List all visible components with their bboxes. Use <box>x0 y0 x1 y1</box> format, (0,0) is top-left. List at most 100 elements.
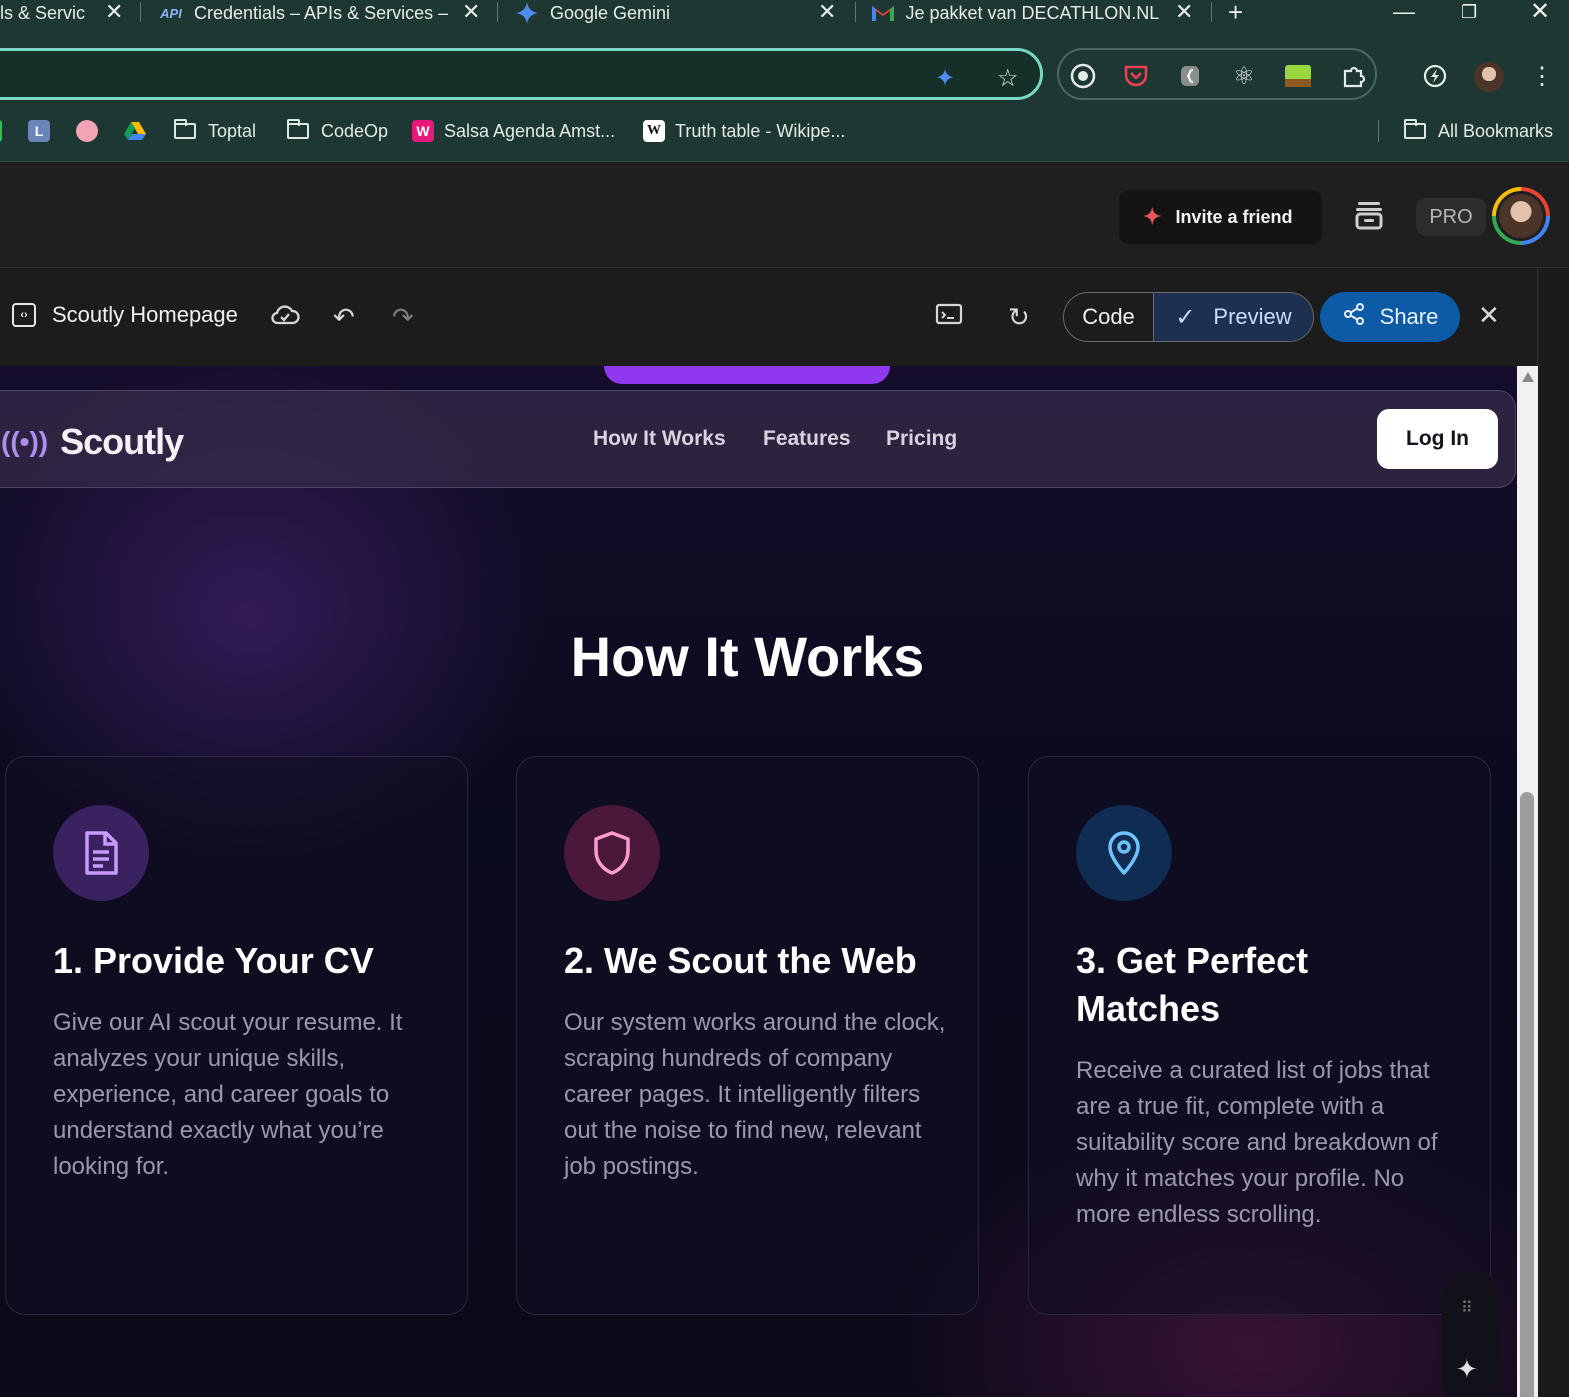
bookmark-label: Salsa Agenda Amst... <box>444 120 616 141</box>
profile-avatar[interactable] <box>1474 62 1504 92</box>
bookmark-item[interactable] <box>124 118 146 144</box>
bookmark-label: Toptal <box>208 120 257 141</box>
shield-icon <box>564 805 660 901</box>
tab-title: ls & Servic <box>0 2 86 23</box>
brain-bookmark-icon <box>76 120 98 142</box>
share-button[interactable]: Share <box>1320 292 1460 342</box>
extensions-group <box>1057 48 1377 100</box>
location-pin-icon <box>1076 805 1172 901</box>
document-icon <box>53 805 149 901</box>
address-bar[interactable]: ✦ ☆ <box>0 48 1043 100</box>
preview-label: Preview <box>1213 304 1292 329</box>
cloud-save-icon[interactable] <box>270 302 300 335</box>
bookmark-truth-table[interactable]: W Truth table - Wikipe... <box>643 118 845 144</box>
floating-assistant-widget[interactable]: ⠿ ✦ <box>1442 1270 1500 1397</box>
preview-tab[interactable]: ✓ Preview <box>1153 293 1313 341</box>
step-card: 1. Provide Your CV Give our AI scout you… <box>5 756 468 1315</box>
browser-tab[interactable]: API Credentials – APIs & Services – <box>158 0 448 26</box>
undo-icon[interactable]: ↶ <box>333 302 355 333</box>
code-tab[interactable]: Code <box>1064 293 1153 341</box>
bookmark-separator <box>1378 120 1379 142</box>
bookmarks-bar: L Toptal CodeOp W Salsa Agenda Amst... W… <box>0 112 1569 162</box>
browser-menu-icon[interactable]: ⋮ <box>1528 62 1556 90</box>
password-manager-icon[interactable] <box>1069 62 1097 90</box>
archive-icon[interactable] <box>1352 198 1388 234</box>
close-canvas-icon[interactable]: ✕ <box>1478 300 1500 331</box>
app-header: ✦ Invite a friend PRO <box>0 162 1569 268</box>
canvas-title-text: Scoutly Homepage <box>52 302 238 327</box>
step-card: 3. Get Perfect Matches Receive a curated… <box>1028 756 1491 1315</box>
broadcast-icon: ((•)) <box>1 426 49 457</box>
google-drive-icon <box>124 120 146 142</box>
preview-scrollbar[interactable] <box>1517 366 1538 1397</box>
tab-close-icon[interactable]: ✕ <box>818 0 836 24</box>
nav-link-how-it-works[interactable]: How It Works <box>593 427 726 451</box>
scoutly-logo[interactable]: ((•)) Scoutly <box>1 421 184 463</box>
card-title: 2. We Scout the Web <box>564 940 917 981</box>
card-title: 1. Provide Your CV <box>53 940 374 981</box>
login-button[interactable]: Log In <box>1377 409 1498 469</box>
tab-separator <box>1211 2 1212 22</box>
drag-handle-icon[interactable]: ⠿ <box>1461 1298 1474 1318</box>
tab-separator <box>497 2 498 22</box>
pocket-icon[interactable] <box>1122 62 1150 90</box>
ai-sparkle-icon[interactable]: ✦ <box>1456 1354 1478 1385</box>
canvas-toolbar: ‹› Scoutly Homepage ↶ ↷ ↻ Code ✓ Preview… <box>0 268 1538 366</box>
react-devtools-icon[interactable]: ⚛ <box>1230 62 1258 90</box>
restore-icon[interactable]: ❐ <box>1461 0 1477 24</box>
bookmark-salsa-agenda[interactable]: W Salsa Agenda Amst... <box>412 118 615 144</box>
card-description: Receive a curated list of jobs that are … <box>1076 1057 1438 1228</box>
tab-close-icon[interactable]: ✕ <box>462 0 480 24</box>
browser-tab[interactable]: ls & Servic <box>0 0 100 26</box>
bookmark-item[interactable] <box>0 118 2 144</box>
top-accent-bar <box>604 366 890 384</box>
code-label: Code <box>1082 304 1135 329</box>
bookmark-folder-codeop[interactable]: CodeOp <box>287 118 388 144</box>
tab-title: Je pakket van DECATHLON.NL i <box>905 2 1162 23</box>
redo-icon[interactable]: ↷ <box>392 302 414 333</box>
right-gutter <box>1538 268 1569 1397</box>
user-avatar[interactable] <box>1492 187 1550 245</box>
console-icon[interactable] <box>935 302 963 333</box>
all-bookmarks-button[interactable]: All Bookmarks <box>1404 118 1553 144</box>
window-close-icon[interactable]: ✕ <box>1530 0 1550 24</box>
card-description: Our system works around the clock, scrap… <box>564 1009 946 1180</box>
new-tab-button[interactable]: + <box>1228 0 1243 25</box>
invite-label: Invite a friend <box>1175 206 1293 227</box>
gemini-sparkle-icon[interactable]: ✦ <box>935 64 955 93</box>
tab-close-icon[interactable]: ✕ <box>105 0 123 24</box>
clock-bookmark-icon: L <box>28 120 50 142</box>
grass-extension-icon[interactable] <box>1284 62 1312 90</box>
performance-icon[interactable] <box>1421 62 1449 90</box>
bookmark-label: CodeOp <box>321 120 389 141</box>
section-title: How It Works <box>570 625 925 688</box>
refresh-icon[interactable]: ↻ <box>1008 302 1030 333</box>
api-icon: API <box>160 5 182 21</box>
nav-link-pricing[interactable]: Pricing <box>886 427 957 451</box>
code-file-icon: ‹› <box>12 303 36 327</box>
scroll-up-arrow-icon[interactable] <box>1522 372 1534 382</box>
all-bookmarks-label: All Bookmarks <box>1438 120 1554 141</box>
bookmark-star-icon[interactable]: ☆ <box>997 64 1019 93</box>
extensions-puzzle-icon[interactable] <box>1340 62 1368 90</box>
tab-title: Google Gemini <box>550 2 671 23</box>
bookmark-item[interactable]: L <box>28 118 50 144</box>
bookmark-item[interactable] <box>76 118 98 144</box>
scroll-thumb[interactable] <box>1520 792 1534 1397</box>
browser-tab[interactable]: Google Gemini <box>514 0 804 26</box>
gemini-icon <box>514 1 540 25</box>
pro-badge[interactable]: PRO <box>1416 198 1486 236</box>
card-title: 3. Get Perfect Matches <box>1076 940 1309 1029</box>
nav-link-features[interactable]: Features <box>763 427 851 451</box>
bookmark-folder-toptal[interactable]: Toptal <box>174 118 256 144</box>
salsa-agenda-icon: W <box>412 120 434 142</box>
avatar-photo <box>1499 194 1543 238</box>
canvas-title: ‹› Scoutly Homepage <box>12 302 238 328</box>
browser-tab[interactable]: Je pakket van DECATHLON.NL i <box>870 0 1162 26</box>
invite-friend-button[interactable]: ✦ Invite a friend <box>1119 190 1322 244</box>
minimize-icon[interactable]: — <box>1393 0 1415 24</box>
tab-close-icon[interactable]: ✕ <box>1175 0 1193 24</box>
script-extension-icon[interactable] <box>1176 62 1204 90</box>
tab-separator <box>855 2 856 22</box>
folder-icon <box>1404 119 1426 139</box>
